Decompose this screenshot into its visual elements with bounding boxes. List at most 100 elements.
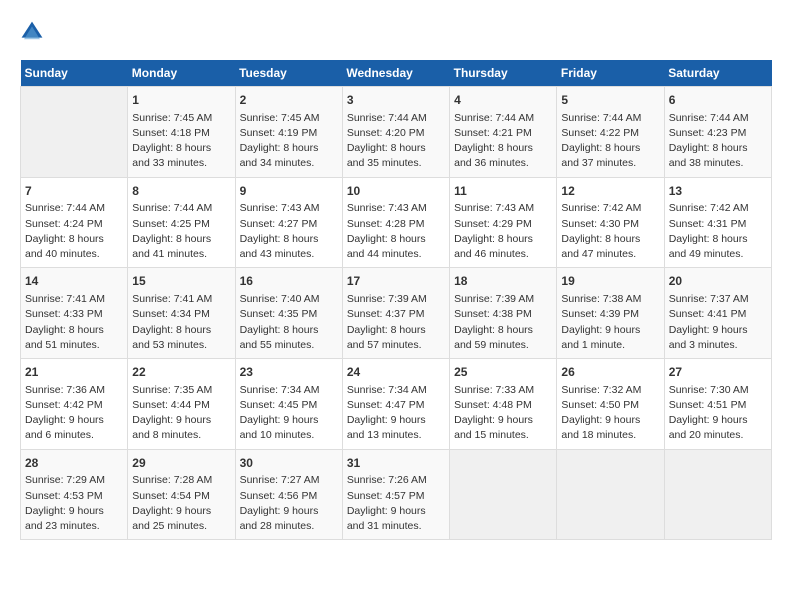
daylight-text: Daylight: 9 hours [454,413,552,428]
calendar-cell: 6Sunrise: 7:44 AMSunset: 4:23 PMDaylight… [664,87,771,178]
day-number: 8 [132,183,230,200]
daylight-text-cont: and 37 minutes. [561,156,659,171]
day-info: Sunrise: 7:44 AMSunset: 4:20 PMDaylight:… [347,111,445,172]
day-number: 10 [347,183,445,200]
daylight-text: Daylight: 8 hours [240,323,338,338]
sunrise-text: Sunrise: 7:36 AM [25,383,123,398]
day-number: 5 [561,92,659,109]
sunset-text: Sunset: 4:18 PM [132,126,230,141]
day-number: 22 [132,364,230,381]
daylight-text-cont: and 13 minutes. [347,428,445,443]
calendar-cell: 19Sunrise: 7:38 AMSunset: 4:39 PMDayligh… [557,268,664,359]
sunrise-text: Sunrise: 7:42 AM [669,201,767,216]
sunrise-text: Sunrise: 7:38 AM [561,292,659,307]
sunset-text: Sunset: 4:33 PM [25,307,123,322]
daylight-text-cont: and 53 minutes. [132,338,230,353]
daylight-text: Daylight: 8 hours [561,141,659,156]
day-info: Sunrise: 7:29 AMSunset: 4:53 PMDaylight:… [25,473,123,534]
day-number: 12 [561,183,659,200]
sunrise-text: Sunrise: 7:41 AM [132,292,230,307]
day-info: Sunrise: 7:37 AMSunset: 4:41 PMDaylight:… [669,292,767,353]
daylight-text: Daylight: 8 hours [132,232,230,247]
week-row-4: 21Sunrise: 7:36 AMSunset: 4:42 PMDayligh… [21,359,772,450]
daylight-text-cont: and 40 minutes. [25,247,123,262]
sunrise-text: Sunrise: 7:45 AM [132,111,230,126]
calendar-cell: 21Sunrise: 7:36 AMSunset: 4:42 PMDayligh… [21,359,128,450]
sunset-text: Sunset: 4:29 PM [454,217,552,232]
sunset-text: Sunset: 4:41 PM [669,307,767,322]
day-info: Sunrise: 7:41 AMSunset: 4:33 PMDaylight:… [25,292,123,353]
day-info: Sunrise: 7:30 AMSunset: 4:51 PMDaylight:… [669,383,767,444]
day-number: 23 [240,364,338,381]
day-info: Sunrise: 7:40 AMSunset: 4:35 PMDaylight:… [240,292,338,353]
daylight-text: Daylight: 9 hours [561,323,659,338]
calendar-cell [21,87,128,178]
sunrise-text: Sunrise: 7:27 AM [240,473,338,488]
daylight-text: Daylight: 8 hours [454,232,552,247]
day-info: Sunrise: 7:34 AMSunset: 4:45 PMDaylight:… [240,383,338,444]
daylight-text: Daylight: 8 hours [347,323,445,338]
daylight-text-cont: and 15 minutes. [454,428,552,443]
calendar-cell: 15Sunrise: 7:41 AMSunset: 4:34 PMDayligh… [128,268,235,359]
sunrise-text: Sunrise: 7:44 AM [561,111,659,126]
day-info: Sunrise: 7:35 AMSunset: 4:44 PMDaylight:… [132,383,230,444]
day-number: 11 [454,183,552,200]
daylight-text-cont: and 3 minutes. [669,338,767,353]
calendar-cell: 4Sunrise: 7:44 AMSunset: 4:21 PMDaylight… [450,87,557,178]
calendar-cell: 18Sunrise: 7:39 AMSunset: 4:38 PMDayligh… [450,268,557,359]
calendar-cell: 1Sunrise: 7:45 AMSunset: 4:18 PMDaylight… [128,87,235,178]
day-info: Sunrise: 7:44 AMSunset: 4:22 PMDaylight:… [561,111,659,172]
sunset-text: Sunset: 4:27 PM [240,217,338,232]
sunset-text: Sunset: 4:39 PM [561,307,659,322]
sunset-text: Sunset: 4:24 PM [25,217,123,232]
daylight-text: Daylight: 9 hours [669,413,767,428]
calendar-cell: 24Sunrise: 7:34 AMSunset: 4:47 PMDayligh… [342,359,449,450]
sunset-text: Sunset: 4:37 PM [347,307,445,322]
daylight-text: Daylight: 9 hours [347,413,445,428]
daylight-text-cont: and 47 minutes. [561,247,659,262]
sunrise-text: Sunrise: 7:42 AM [561,201,659,216]
day-number: 16 [240,273,338,290]
daylight-text: Daylight: 9 hours [240,413,338,428]
day-info: Sunrise: 7:39 AMSunset: 4:37 PMDaylight:… [347,292,445,353]
daylight-text-cont: and 33 minutes. [132,156,230,171]
day-number: 24 [347,364,445,381]
weekday-header-sunday: Sunday [21,60,128,87]
day-info: Sunrise: 7:42 AMSunset: 4:31 PMDaylight:… [669,201,767,262]
calendar-cell: 20Sunrise: 7:37 AMSunset: 4:41 PMDayligh… [664,268,771,359]
day-number: 15 [132,273,230,290]
daylight-text: Daylight: 9 hours [240,504,338,519]
daylight-text: Daylight: 8 hours [132,323,230,338]
daylight-text-cont: and 57 minutes. [347,338,445,353]
calendar-cell: 2Sunrise: 7:45 AMSunset: 4:19 PMDaylight… [235,87,342,178]
daylight-text-cont: and 38 minutes. [669,156,767,171]
daylight-text: Daylight: 8 hours [347,232,445,247]
daylight-text: Daylight: 9 hours [132,504,230,519]
sunset-text: Sunset: 4:56 PM [240,489,338,504]
sunset-text: Sunset: 4:20 PM [347,126,445,141]
sunrise-text: Sunrise: 7:37 AM [669,292,767,307]
sunset-text: Sunset: 4:21 PM [454,126,552,141]
sunset-text: Sunset: 4:23 PM [669,126,767,141]
daylight-text: Daylight: 9 hours [347,504,445,519]
day-number: 3 [347,92,445,109]
daylight-text: Daylight: 8 hours [454,323,552,338]
sunset-text: Sunset: 4:53 PM [25,489,123,504]
day-number: 27 [669,364,767,381]
sunrise-text: Sunrise: 7:44 AM [347,111,445,126]
day-info: Sunrise: 7:33 AMSunset: 4:48 PMDaylight:… [454,383,552,444]
weekday-header-tuesday: Tuesday [235,60,342,87]
day-number: 31 [347,455,445,472]
sunrise-text: Sunrise: 7:44 AM [132,201,230,216]
logo [20,20,48,44]
daylight-text: Daylight: 8 hours [25,232,123,247]
day-number: 30 [240,455,338,472]
sunrise-text: Sunrise: 7:44 AM [454,111,552,126]
calendar-cell: 26Sunrise: 7:32 AMSunset: 4:50 PMDayligh… [557,359,664,450]
daylight-text: Daylight: 9 hours [669,323,767,338]
sunrise-text: Sunrise: 7:40 AM [240,292,338,307]
day-number: 7 [25,183,123,200]
sunset-text: Sunset: 4:44 PM [132,398,230,413]
page-header [20,20,772,44]
daylight-text-cont: and 34 minutes. [240,156,338,171]
